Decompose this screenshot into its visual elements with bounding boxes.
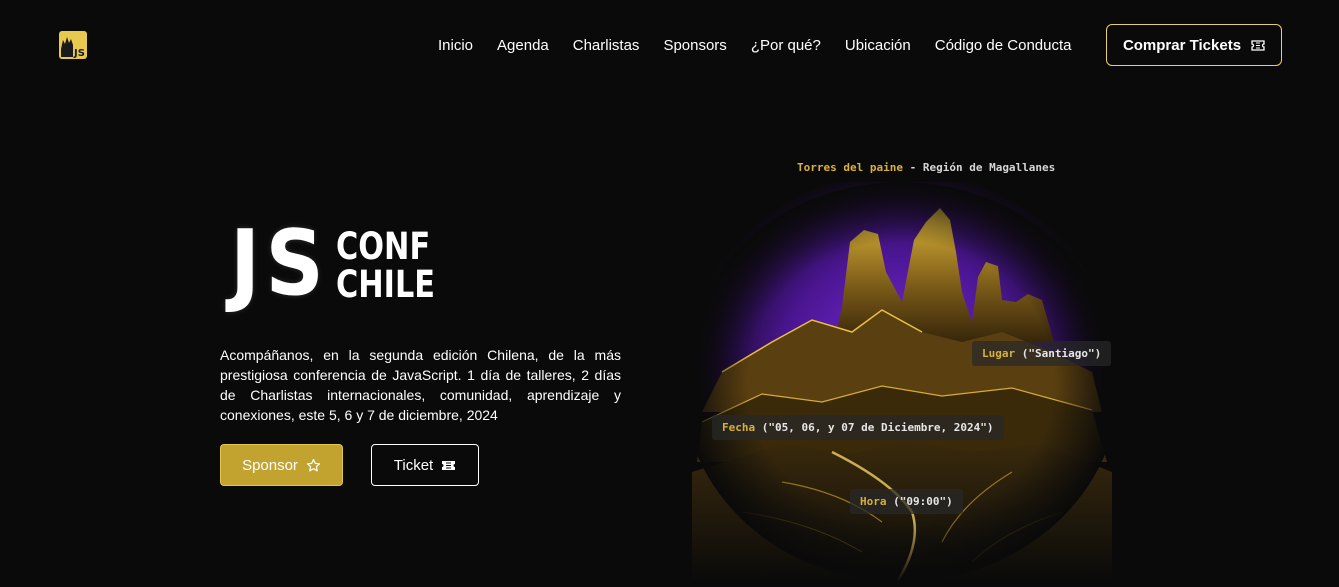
nav-item-por-que[interactable]: ¿Por qué?	[751, 37, 821, 55]
logo-text: JS	[73, 48, 85, 59]
buy-tickets-label: Comprar Tickets	[1122, 36, 1242, 54]
nav-item-charlistas[interactable]: Charlistas	[573, 37, 640, 55]
brand-words: CONF CHILE	[336, 228, 457, 304]
tag-lugar: Lugar ("Santiago")	[972, 341, 1112, 366]
nav-item-inicio[interactable]: Inicio	[438, 37, 473, 55]
brand-conf: CONF	[336, 225, 431, 268]
caption-region: Región de Magallanes	[922, 161, 1056, 174]
nav-item-codigo-de-conducta[interactable]: Código de Conducta	[935, 37, 1072, 55]
artwork-caption: Torres del paine - Región de Magallanes	[797, 161, 1055, 174]
caption-separator: -	[902, 161, 923, 174]
caption-place: Torres del paine	[797, 161, 903, 174]
star-icon	[306, 458, 320, 471]
tag-lugar-value: ("Santiago")	[1015, 347, 1102, 360]
sponsor-button[interactable]: Sponsor	[220, 444, 343, 486]
sponsor-label: Sponsor	[242, 456, 298, 474]
nav-item-ubicacion[interactable]: Ubicación	[845, 37, 911, 55]
logo[interactable]: JS	[59, 31, 87, 59]
ticket-label: Ticket	[393, 456, 434, 474]
tag-hora: Hora ("09:00")	[850, 489, 963, 514]
nav-item-sponsors[interactable]: Sponsors	[663, 37, 726, 55]
tag-hora-key: Hora	[860, 495, 887, 508]
nav-item-agenda[interactable]: Agenda	[497, 37, 549, 55]
tag-lugar-key: Lugar	[982, 347, 1016, 360]
ticket-button[interactable]: Ticket	[371, 444, 479, 486]
brand-js: JS	[230, 211, 330, 316]
ticket-icon	[1251, 39, 1265, 51]
buy-tickets-button[interactable]: Comprar Tickets	[1106, 24, 1282, 66]
tag-fecha-key: Fecha	[722, 421, 756, 434]
jsconf-chile-brand: JS CONF CHILE	[230, 211, 457, 316]
tag-fecha-value: ("05, 06, y 07 de Diciembre, 2024")	[755, 421, 994, 434]
tag-hora-value: ("09:00")	[886, 495, 953, 508]
tag-fecha: Fecha ("05, 06, y 07 de Diciembre, 2024"…	[712, 415, 1004, 440]
ticket-icon	[442, 460, 456, 470]
hero-description: Acompáñanos, en la segunda edición Chile…	[220, 347, 621, 423]
js-logo-icon: JS	[59, 31, 87, 59]
torres-del-paine-artwork	[682, 182, 1120, 582]
main-nav: Inicio Agenda Charlistas Sponsors ¿Por q…	[438, 37, 1096, 55]
brand-chile: CHILE	[336, 263, 436, 306]
